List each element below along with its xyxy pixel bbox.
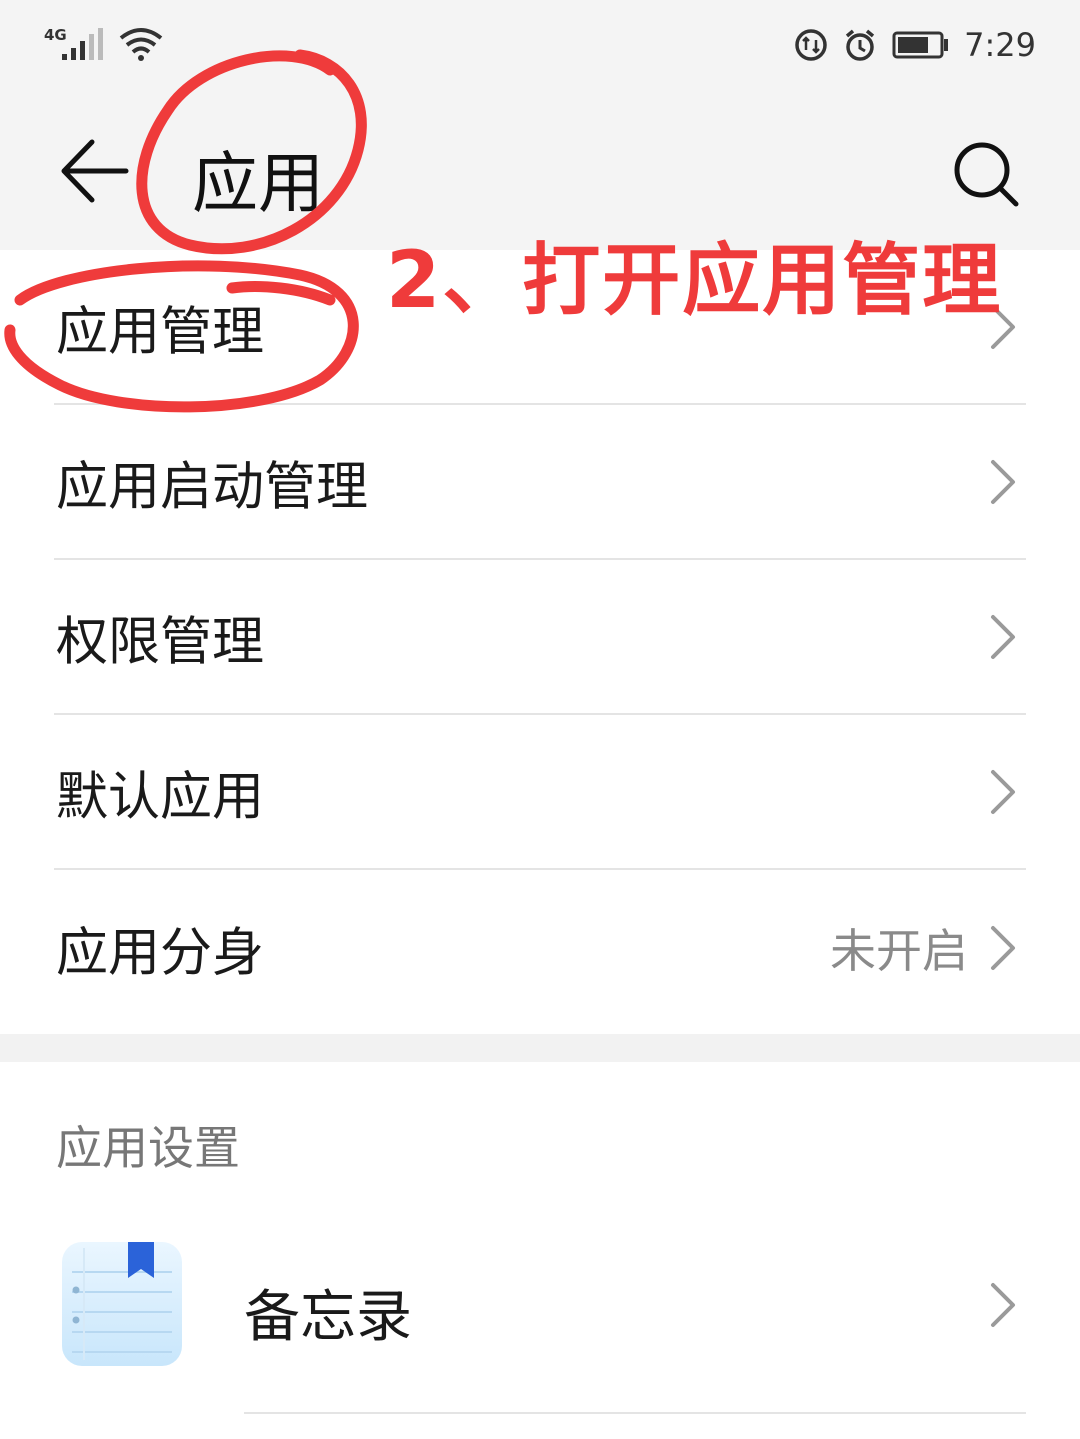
menu-item-app-twin[interactable]: 应用分身 未开启 bbox=[54, 870, 1026, 1025]
status-left: 4G bbox=[44, 26, 164, 62]
app-item-notes[interactable]: 备忘录 bbox=[0, 1230, 1080, 1380]
back-button[interactable] bbox=[56, 136, 132, 206]
chevron-right-icon bbox=[991, 614, 1015, 659]
menu-item-label: 应用管理 bbox=[56, 302, 265, 362]
data-saver-icon bbox=[795, 29, 827, 61]
menu-item-label: 应用启动管理 bbox=[56, 457, 369, 517]
clock: 7:29 bbox=[964, 26, 1036, 64]
settings-list: 应用管理 应用启动管理 权限管理 默认应用 应用分身 未开启 bbox=[0, 250, 1080, 1025]
page-title: 应用 bbox=[192, 145, 324, 222]
battery-icon bbox=[892, 31, 949, 59]
section-divider bbox=[0, 1034, 1080, 1062]
status-right: 7:29 bbox=[794, 22, 1036, 68]
alarm-icon bbox=[846, 29, 875, 61]
divider bbox=[244, 1412, 1026, 1414]
menu-item-permission-management[interactable]: 权限管理 bbox=[54, 560, 1026, 715]
search-button[interactable] bbox=[946, 134, 1026, 214]
status-bar: 4G 7:29 bbox=[0, 0, 1080, 90]
chevron-right-icon bbox=[991, 925, 1015, 970]
menu-item-default-apps[interactable]: 默认应用 bbox=[54, 715, 1026, 870]
menu-item-label: 权限管理 bbox=[56, 612, 265, 672]
menu-item-app-launch-management[interactable]: 应用启动管理 bbox=[54, 405, 1026, 560]
menu-item-status: 未开启 bbox=[830, 923, 968, 978]
annotation-text: 2、打开应用管理 bbox=[386, 236, 1003, 326]
chevron-right-icon bbox=[991, 1283, 1015, 1327]
chevron-right-icon bbox=[991, 459, 1015, 504]
menu-item-label: 默认应用 bbox=[56, 767, 265, 827]
back-arrow-icon bbox=[61, 139, 129, 203]
menu-item-label: 应用分身 bbox=[56, 923, 265, 983]
network-type: 4G bbox=[44, 26, 67, 44]
chevron-right-icon bbox=[991, 769, 1015, 814]
search-icon bbox=[954, 142, 1019, 207]
wifi-icon bbox=[119, 28, 163, 61]
notes-app-icon bbox=[62, 1242, 182, 1366]
section-title-app-settings: 应用设置 bbox=[56, 1121, 240, 1175]
app-name: 备忘录 bbox=[244, 1285, 412, 1350]
